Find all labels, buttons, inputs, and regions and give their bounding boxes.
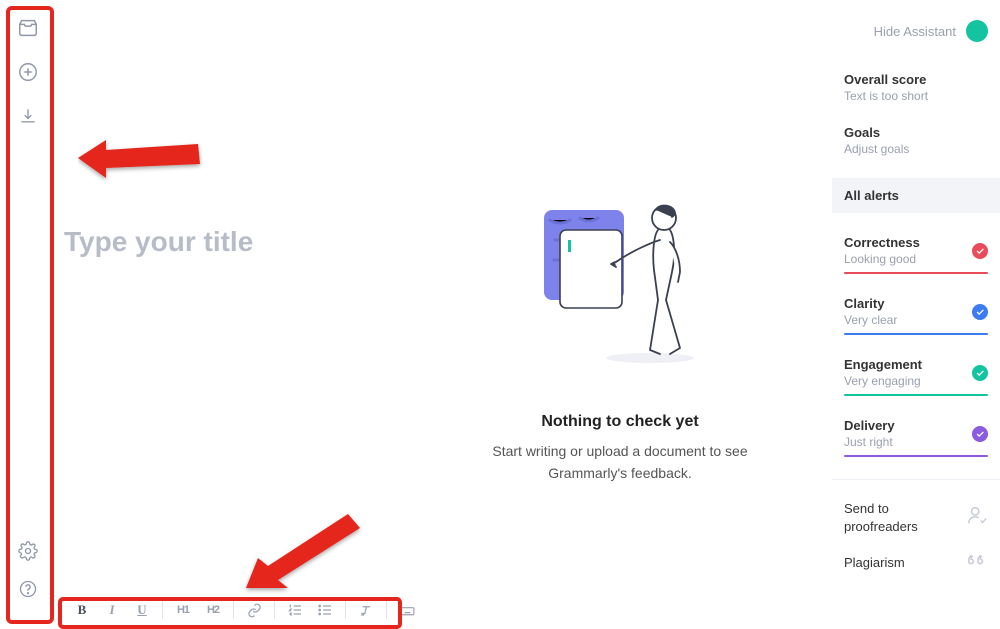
goals-block[interactable]: Goals Adjust goals — [844, 125, 988, 156]
toolbar-separator — [345, 601, 346, 619]
toolbar-separator — [274, 601, 275, 619]
metric-heading: Delivery — [844, 418, 895, 433]
metric-underline — [844, 455, 988, 457]
keyboard-icon[interactable] — [393, 598, 421, 622]
metric-clarity[interactable]: Clarity Very clear — [844, 296, 988, 335]
check-icon — [972, 426, 988, 442]
plagiarism-button[interactable]: Plagiarism — [844, 537, 988, 578]
send-to-proofreaders-button[interactable]: Send to proofreaders — [844, 488, 988, 537]
inbox-icon[interactable] — [16, 16, 40, 40]
formatting-toolbar: B I U H1 H2 — [60, 593, 429, 627]
empty-state-heading: Nothing to check yet — [541, 413, 698, 431]
action-label: Send to proofreaders — [844, 500, 944, 535]
metric-underline — [844, 333, 988, 335]
metric-subtext: Just right — [844, 435, 895, 449]
left-sidebar — [0, 0, 56, 629]
empty-state: Nothing to check yet Start writing or up… — [380, 200, 860, 484]
link-button[interactable] — [240, 598, 268, 622]
assistant-status-dot — [966, 20, 988, 42]
quotes-icon — [966, 549, 988, 576]
settings-icon[interactable] — [16, 539, 40, 563]
metric-heading: Correctness — [844, 235, 920, 250]
clear-formatting-button[interactable] — [352, 598, 380, 622]
annotation-arrow-icon — [238, 510, 378, 600]
title-input[interactable]: Type your title — [64, 226, 253, 258]
metric-underline — [844, 272, 988, 274]
metric-subtext: Very engaging — [844, 374, 922, 388]
toolbar-separator — [233, 601, 234, 619]
download-icon[interactable] — [16, 104, 40, 128]
metric-heading: Clarity — [844, 296, 897, 311]
empty-state-subtext: Start writing or upload a document to se… — [485, 441, 755, 484]
metric-subtext: Looking good — [844, 252, 920, 266]
overall-score-subtext: Text is too short — [844, 89, 988, 103]
metric-heading: Engagement — [844, 357, 922, 372]
check-icon — [972, 304, 988, 320]
annotation-arrow-icon — [78, 128, 208, 188]
italic-button[interactable]: I — [98, 598, 126, 622]
overall-score-heading: Overall score — [844, 72, 988, 87]
hide-assistant-button[interactable]: Hide Assistant — [844, 20, 988, 42]
bold-button[interactable]: B — [68, 598, 96, 622]
proofreader-icon — [966, 504, 988, 531]
check-icon — [972, 243, 988, 259]
assistant-panel: Hide Assistant Overall score Text is too… — [832, 0, 1000, 629]
ordered-list-button[interactable] — [281, 598, 309, 622]
all-alerts-tab[interactable]: All alerts — [832, 178, 1000, 213]
unordered-list-button[interactable] — [311, 598, 339, 622]
overall-score-block[interactable]: Overall score Text is too short — [844, 72, 988, 103]
metric-underline — [844, 394, 988, 396]
metric-delivery[interactable]: Delivery Just right — [844, 418, 988, 457]
goals-heading: Goals — [844, 125, 988, 140]
underline-button[interactable]: U — [128, 598, 156, 622]
empty-state-illustration — [520, 200, 720, 365]
toolbar-separator — [386, 601, 387, 619]
new-document-icon[interactable] — [16, 60, 40, 84]
hide-assistant-label: Hide Assistant — [874, 24, 956, 39]
metric-engagement[interactable]: Engagement Very engaging — [844, 357, 988, 396]
h1-button[interactable]: H1 — [169, 598, 197, 622]
action-label: Plagiarism — [844, 554, 905, 572]
check-icon — [972, 365, 988, 381]
metric-subtext: Very clear — [844, 313, 897, 327]
goals-subtext: Adjust goals — [844, 142, 988, 156]
divider — [832, 479, 1000, 480]
h2-button[interactable]: H2 — [199, 598, 227, 622]
toolbar-separator — [162, 601, 163, 619]
metric-correctness[interactable]: Correctness Looking good — [844, 235, 988, 274]
help-icon[interactable] — [16, 577, 40, 601]
